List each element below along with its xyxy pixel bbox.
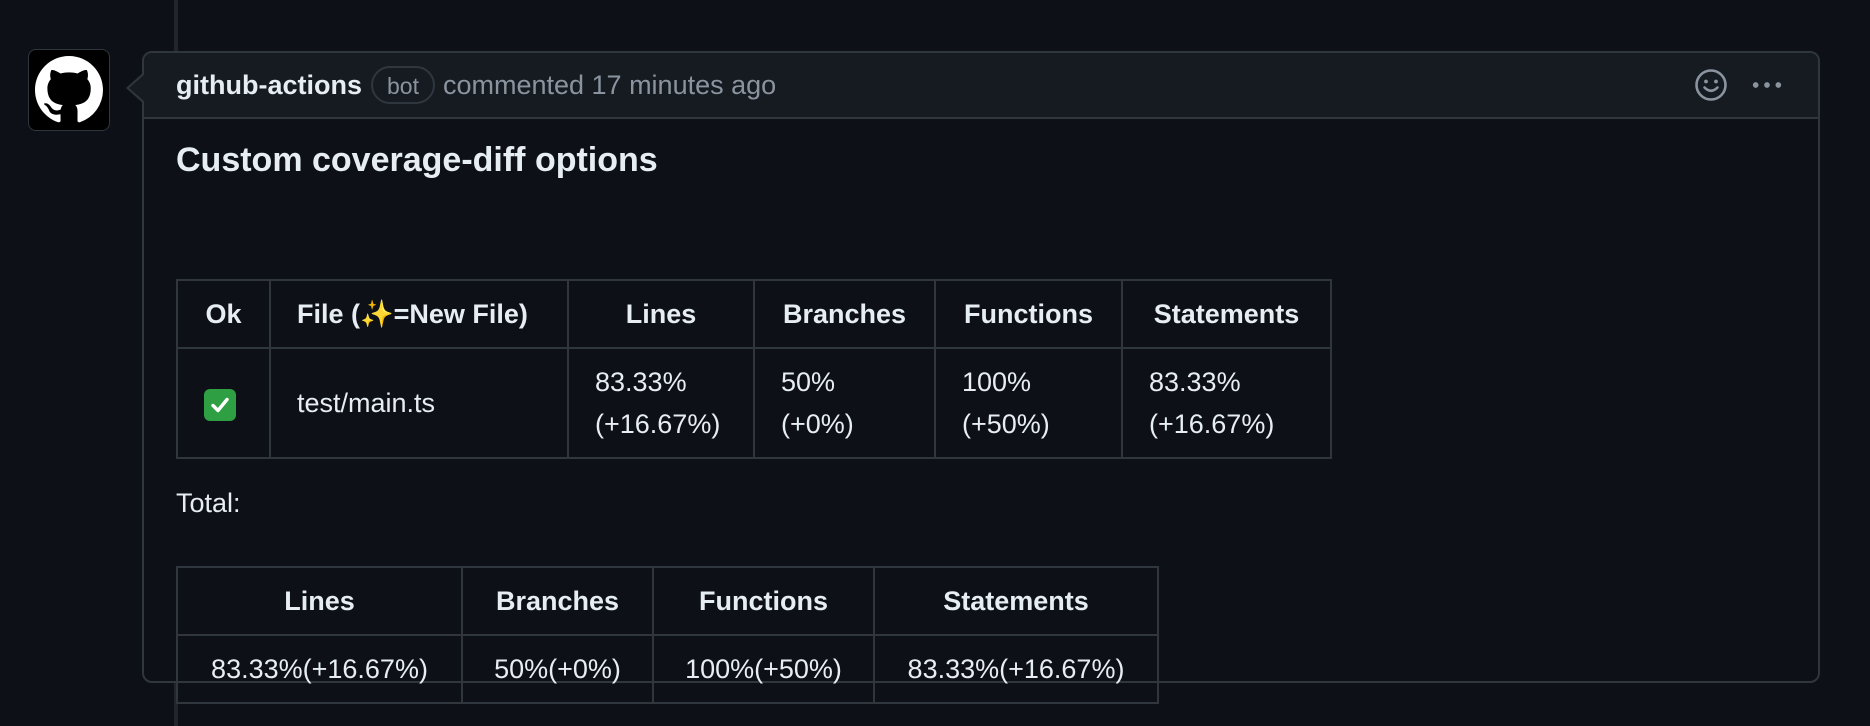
column-header-file: File (✨=New File) (269, 279, 569, 349)
white-check-mark-icon (204, 388, 236, 421)
avatar[interactable] (28, 49, 110, 131)
github-mark-icon (35, 56, 103, 123)
functions-cell: 100% (+50%) (934, 347, 1123, 459)
table-row: test/main.ts 83.33% (+16.67%) 50% (+0%) … (176, 347, 1332, 459)
kebab-horizontal-icon (1752, 82, 1782, 88)
smiley-icon (1695, 69, 1727, 101)
branches-cell: 50% (+0%) (753, 347, 936, 459)
total-coverage-table: Lines Branches Functions Statements 83.3… (176, 566, 1159, 704)
total-functions-cell: 100%(+50%) (652, 634, 875, 704)
total-lines-cell: 83.33%(+16.67%) (176, 634, 463, 704)
total-header-functions: Functions (652, 566, 875, 636)
comment-timestamp[interactable]: commented 17 minutes ago (443, 70, 776, 101)
column-header-branches: Branches (753, 279, 936, 349)
column-header-statements: Statements (1121, 279, 1332, 349)
file-cell: test/main.ts (269, 347, 569, 459)
total-branches-cell: 50%(+0%) (461, 634, 654, 704)
total-label: Total: (176, 488, 241, 518)
column-header-lines: Lines (567, 279, 755, 349)
column-header-ok: Ok (176, 279, 271, 349)
total-header-statements: Statements (873, 566, 1159, 636)
comment-body: Custom coverage-diff options Ok File (✨=… (176, 117, 1786, 704)
table-header-row: Lines Branches Functions Statements (176, 566, 1159, 636)
column-header-functions: Functions (934, 279, 1123, 349)
table-row: 83.33%(+16.67%) 50%(+0%) 100%(+50%) 83.3… (176, 634, 1159, 704)
bot-badge: bot (370, 66, 435, 104)
total-statements-cell: 83.33%(+16.67%) (873, 634, 1159, 704)
lines-delta: (+16.67%) (595, 409, 721, 439)
ok-cell (176, 347, 271, 459)
files-coverage-table: Ok File (✨=New File) Lines Branches Func… (176, 279, 1332, 459)
total-header-lines: Lines (176, 566, 463, 636)
table-header-row: Ok File (✨=New File) Lines Branches Func… (176, 279, 1332, 349)
statements-delta: (+16.67%) (1149, 409, 1275, 439)
comment-header: github-actions bot commented 17 minutes … (129, 53, 1818, 119)
timeline: github-actions bot commented 17 minutes … (0, 0, 1870, 726)
branches-delta: (+0%) (781, 409, 854, 439)
statements-cell: 83.33% (+16.67%) (1121, 347, 1332, 459)
comment-caret-fill (129, 74, 145, 102)
comment-box: github-actions bot commented 17 minutes … (126, 51, 1820, 704)
functions-value: 100% (962, 367, 1032, 397)
author-link[interactable]: github-actions (176, 70, 362, 101)
lines-cell: 83.33% (+16.67%) (567, 347, 755, 459)
comment-title: Custom coverage-diff options (176, 141, 658, 179)
more-options-button[interactable] (1750, 68, 1784, 102)
statements-value: 83.33% (1149, 367, 1241, 397)
branches-value: 50% (781, 367, 836, 397)
lines-value: 83.33% (595, 367, 687, 397)
functions-delta: (+50%) (962, 409, 1050, 439)
total-header-branches: Branches (461, 566, 654, 636)
add-reaction-button[interactable] (1694, 68, 1728, 102)
